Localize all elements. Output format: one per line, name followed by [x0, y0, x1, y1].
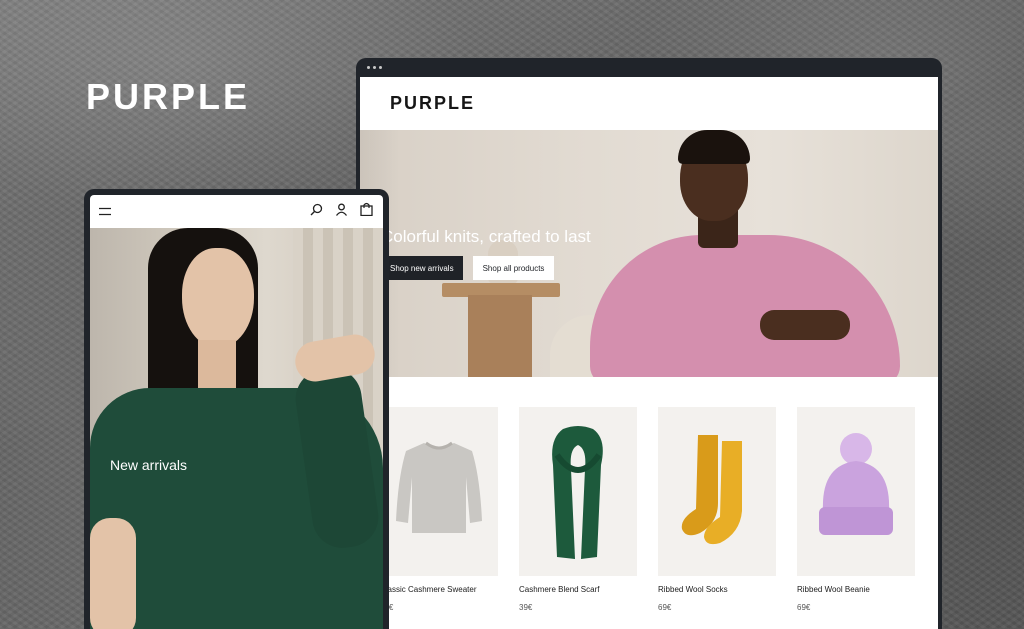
window-dot[interactable]: [367, 66, 370, 69]
product-image-scarf[interactable]: [519, 407, 637, 576]
hero-title: Colorful knits, crafted to last: [381, 227, 591, 246]
search-icon[interactable]: [310, 203, 323, 221]
brand-logo: PURPLE: [86, 76, 251, 117]
model-pink-sweater: [590, 235, 900, 377]
product-price: 89€: [380, 603, 498, 612]
hero-actions: Shop new arrivals Shop all products: [381, 256, 555, 280]
product-price: 69€: [658, 603, 672, 612]
green-scarf-image: [552, 426, 603, 559]
bag-icon[interactable]: [360, 202, 373, 221]
grey-sweater-image: [396, 441, 482, 533]
window-dot[interactable]: [379, 66, 382, 69]
site-logo[interactable]: PURPLE: [390, 93, 475, 114]
product-card[interactable]: Ribbed Wool Beanie 69€: [797, 407, 915, 612]
shop-all-products-button[interactable]: Shop all products: [472, 256, 555, 280]
site-header: PURPLE: [360, 77, 938, 130]
product-price: 39€: [519, 603, 533, 612]
lilac-beanie-image: [819, 433, 893, 535]
product-name[interactable]: Cashmere Blend Scarf: [519, 585, 637, 594]
menu-icon[interactable]: [99, 203, 111, 221]
model-face: [182, 248, 254, 348]
hero-banner: Colorful knits, crafted to last Shop new…: [360, 130, 938, 377]
mobile-screen: New arrivals: [90, 195, 383, 629]
account-icon[interactable]: [335, 203, 348, 221]
product-image-beanie[interactable]: [797, 407, 915, 576]
product-name[interactable]: Ribbed Wool Beanie: [797, 585, 915, 594]
shop-new-arrivals-button[interactable]: Shop new arrivals: [381, 256, 463, 280]
desktop-browser-window: PURPLE Colorful knits, crafted to last S…: [356, 58, 942, 629]
product-card[interactable]: Classic Cashmere Sweater 89€: [380, 407, 498, 612]
mobile-header: [90, 195, 383, 228]
mobile-header-actions: [310, 202, 373, 221]
window-dot[interactable]: [373, 66, 376, 69]
product-name[interactable]: Classic Cashmere Sweater: [380, 585, 498, 594]
mobile-hero-title[interactable]: New arrivals: [110, 457, 187, 473]
product-card[interactable]: Ribbed Wool Socks 69€: [658, 407, 776, 612]
product-price: 69€: [797, 603, 811, 612]
window-controls: [367, 66, 382, 69]
desktop-screen: PURPLE Colorful knits, crafted to last S…: [360, 77, 938, 629]
product-image-socks[interactable]: [658, 407, 776, 576]
product-image-sweater[interactable]: [380, 407, 498, 576]
mobile-device: New arrivals: [84, 189, 389, 629]
product-card[interactable]: Cashmere Blend Scarf 39€: [519, 407, 637, 612]
yellow-socks-image: [681, 435, 742, 545]
mobile-hero-banner[interactable]: New arrivals: [90, 228, 383, 629]
product-name[interactable]: Ribbed Wool Socks: [658, 585, 776, 594]
